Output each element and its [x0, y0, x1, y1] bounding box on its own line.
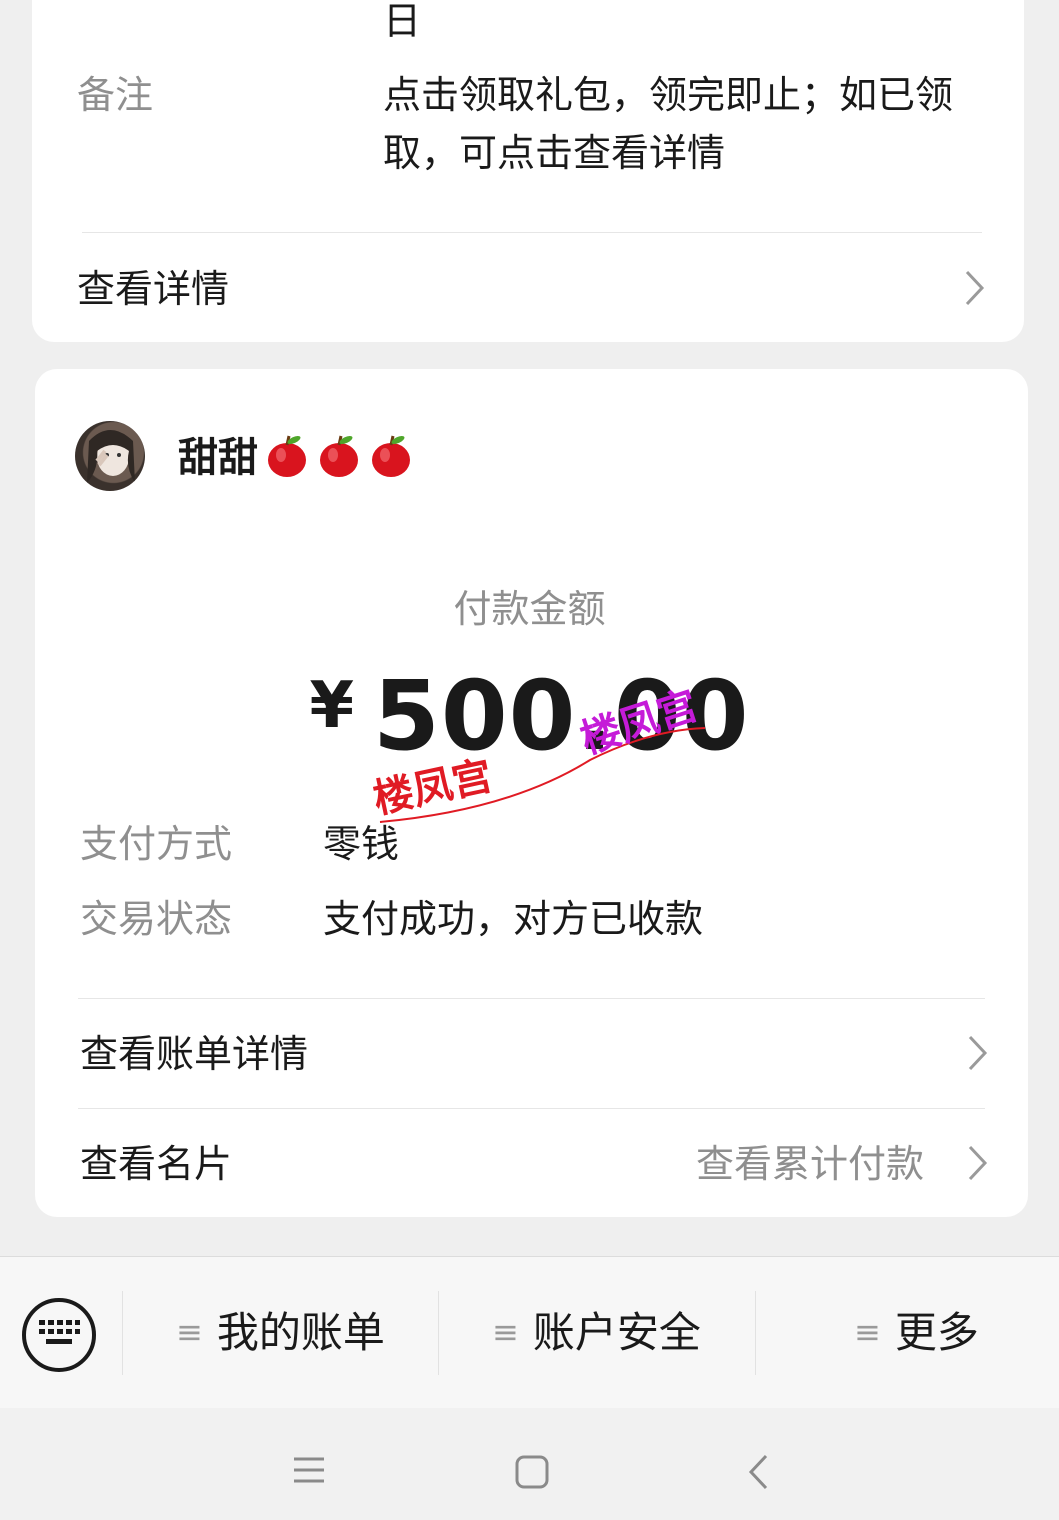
apple-emoji-icon: [316, 433, 362, 479]
menu-separator: [438, 1291, 439, 1375]
cumulative-payment-link: 查看累计付款: [696, 1142, 925, 1186]
chevron-right-icon: [965, 1033, 991, 1073]
recent-apps-icon[interactable]: [290, 1454, 328, 1486]
chevron-right-icon: [965, 1143, 991, 1183]
menu-my-bills-label: 我的账单: [216, 1308, 385, 1357]
bottom-menu-bar: ≡ 我的账单 ≡ 账户安全 ≡ 更多: [0, 1256, 1059, 1409]
menu-list-icon: ≡: [176, 1313, 203, 1351]
amount-label: 付款金额: [453, 587, 606, 631]
keyboard-toggle-icon[interactable]: [22, 1298, 96, 1372]
remark-line-2: 取，可点击查看详情: [383, 131, 726, 175]
bill-details-row[interactable]: 查看账单详情: [35, 999, 1028, 1107]
status-value: 支付成功，对方已收款: [323, 897, 704, 941]
divider: [82, 232, 982, 233]
payee-name: 甜甜: [178, 435, 258, 481]
menu-account-security-label: 账户安全: [532, 1308, 701, 1357]
currency-symbol: ¥: [309, 669, 356, 743]
menu-more-label: 更多: [894, 1308, 979, 1357]
payee-name-row: 甜甜: [178, 428, 414, 488]
method-label: 支付方式: [80, 822, 233, 866]
remark-label: 备注: [77, 73, 154, 117]
menu-more[interactable]: ≡ 更多: [854, 1301, 979, 1364]
system-nav-bar: [0, 1408, 1059, 1520]
method-value: 零钱: [323, 822, 400, 866]
date-tail: 日: [383, 0, 422, 43]
menu-list-icon: ≡: [492, 1313, 519, 1351]
menu-separator: [755, 1291, 756, 1375]
remark-line-1: 点击领取礼包，领完即止；如已领: [383, 73, 954, 117]
menu-account-security[interactable]: ≡ 账户安全: [492, 1301, 701, 1364]
chevron-right-icon: [962, 268, 988, 308]
bill-details-label: 查看账单详情: [80, 1032, 309, 1076]
view-details-row[interactable]: 查看详情: [32, 240, 1024, 336]
view-details-label: 查看详情: [77, 267, 230, 311]
apple-emoji-icon: [368, 433, 414, 479]
status-label: 交易状态: [80, 897, 233, 941]
apple-emoji-icon: [264, 433, 310, 479]
home-icon[interactable]: [514, 1454, 550, 1490]
menu-list-icon: ≡: [854, 1313, 881, 1351]
back-icon[interactable]: [746, 1452, 772, 1492]
payee-avatar[interactable]: [75, 421, 145, 491]
menu-separator: [122, 1291, 123, 1375]
view-card-row[interactable]: 查看名片 查看累计付款: [35, 1109, 1028, 1217]
menu-my-bills[interactable]: ≡ 我的账单: [176, 1301, 385, 1364]
view-card-label: 查看名片: [80, 1142, 233, 1186]
